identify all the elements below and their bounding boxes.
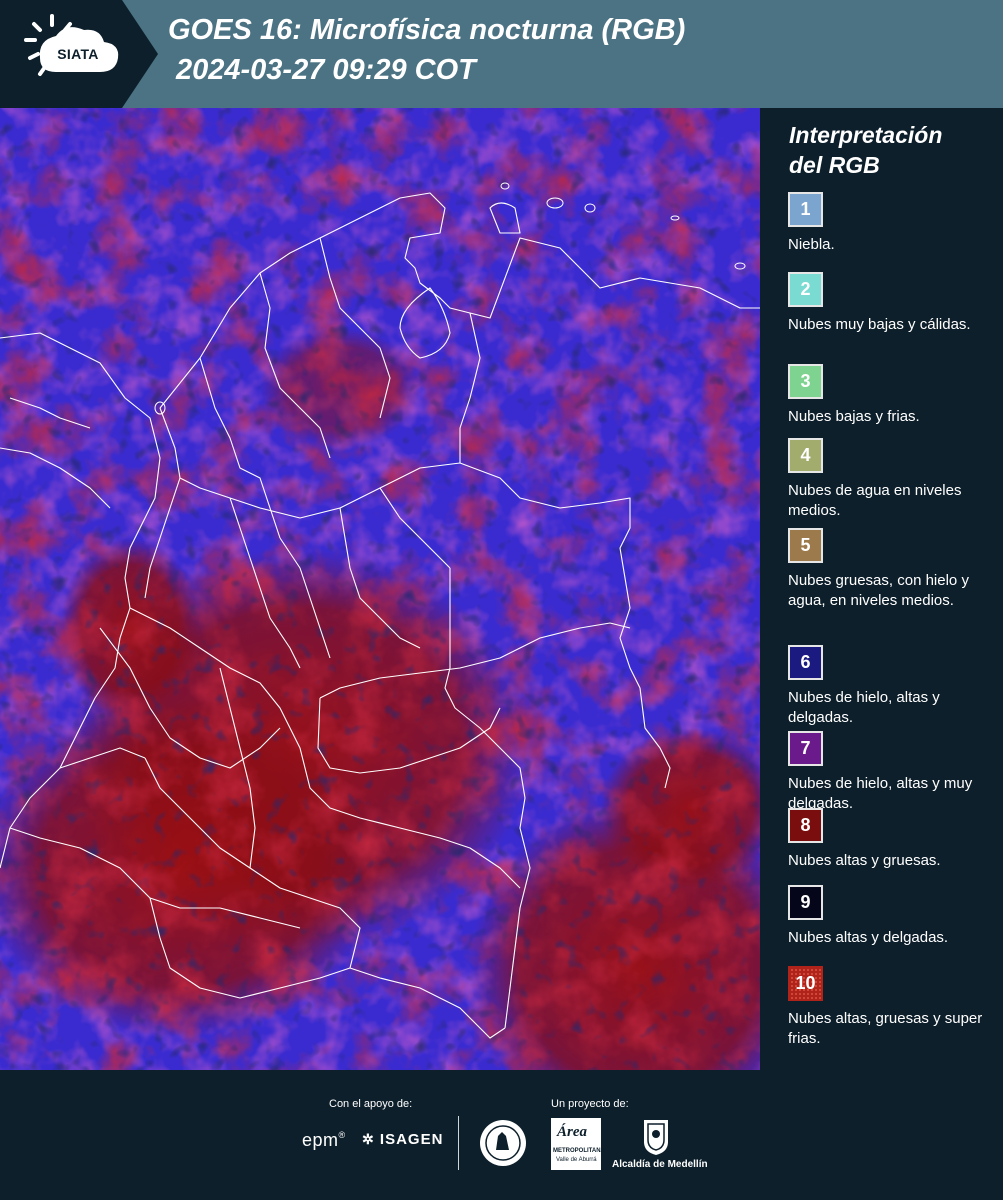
legend-label: Nubes altas, gruesas y super frias. — [788, 1010, 983, 1047]
page-title: GOES 16: Microfísica nocturna (RGB) — [168, 14, 686, 46]
epm-logo-text: epm — [302, 1130, 339, 1150]
legend-item: 2 Nubes muy bajas y cálidas. — [788, 272, 998, 335]
legend-swatch: 7 — [788, 731, 823, 766]
legend-label: Nubes de hielo, altas y delgadas. — [788, 689, 940, 726]
page-timestamp: 2024-03-27 09:29 COT — [176, 54, 476, 86]
satellite-map[interactable] — [0, 108, 760, 1070]
isagen-logo: ✲ ISAGEN — [362, 1131, 443, 1148]
legend-title-line2: del RGB — [789, 152, 880, 178]
legend-item: 8 Nubes altas y gruesas. — [788, 808, 998, 871]
legend-label: Nubes gruesas, con hielo y agua, en nive… — [788, 572, 969, 609]
legend-label: Nubes de agua en niveles medios. — [788, 482, 962, 519]
legend-swatch: 4 — [788, 438, 823, 473]
footer: Con el apoyo de: Un proyecto de: epm® ✲ … — [0, 1070, 1003, 1200]
legend-item: 10 Nubes altas, gruesas y super frias. — [788, 966, 998, 1049]
support-caption: Con el apoyo de: — [329, 1098, 413, 1110]
legend-swatch: 6 — [788, 645, 823, 680]
siata-logo: SIATA — [0, 0, 158, 108]
legend-panel: Interpretación del RGB 1 Niebla. 2 Nubes mu… — [760, 108, 1003, 1070]
legend-item: 3 Nubes bajas y frias. — [788, 364, 998, 427]
legend-swatch: 10 — [788, 966, 823, 1001]
legend-title: Interpretación del RGB — [789, 120, 989, 180]
legend-label: Nubes bajas y frias. — [788, 408, 920, 425]
header-bar: SIATA GOES 16: Microfísica nocturna (RGB… — [0, 0, 1003, 108]
area-logo-text: Área — [557, 1124, 587, 1140]
project-caption: Un proyecto de: — [551, 1098, 629, 1110]
legend-label: Niebla. — [788, 236, 835, 253]
legend-item: 9 Nubes altas y delgadas. — [788, 885, 998, 948]
area-logo-sub: METROPOLITANA — [553, 1148, 605, 1154]
seal-logo-icon — [478, 1118, 528, 1168]
legend-item: 6 Nubes de hielo, altas y delgadas. — [788, 645, 998, 728]
epm-logo: epm® — [302, 1130, 346, 1150]
area-metropolitana-logo: Área METROPOLITANA Valle de Aburrá — [551, 1118, 605, 1170]
legend-swatch: 3 — [788, 364, 823, 399]
area-logo-sub2: Valle de Aburrá — [556, 1157, 597, 1163]
siata-logo-text: SIATA — [57, 46, 99, 62]
legend-item: 4 Nubes de agua en niveles medios. — [788, 438, 998, 521]
isagen-icon: ✲ — [362, 1131, 375, 1147]
legend-title-line1: Interpretación — [789, 122, 943, 148]
legend-swatch: 5 — [788, 528, 823, 563]
satellite-image — [0, 108, 760, 1070]
legend-label: Nubes altas y delgadas. — [788, 929, 949, 946]
legend-swatch: 2 — [788, 272, 823, 307]
alcaldia-logo-text: Alcaldía de Medellín — [612, 1159, 708, 1170]
legend-item: 7 Nubes de hielo, altas y muy delgadas. — [788, 731, 998, 814]
legend-label: Nubes altas y gruesas. — [788, 852, 941, 869]
isagen-logo-text: ISAGEN — [379, 1131, 444, 1148]
footer-divider — [458, 1116, 459, 1170]
legend-swatch: 9 — [788, 885, 823, 920]
legend-swatch: 8 — [788, 808, 823, 843]
legend-item: 1 Niebla. — [788, 192, 998, 255]
legend-swatch: 1 — [788, 192, 823, 227]
legend-label: Nubes muy bajas y cálidas. — [788, 316, 971, 333]
legend-item: 5 Nubes gruesas, con hielo y agua, en niv… — [788, 528, 998, 611]
alcaldia-crest-icon — [642, 1118, 670, 1156]
